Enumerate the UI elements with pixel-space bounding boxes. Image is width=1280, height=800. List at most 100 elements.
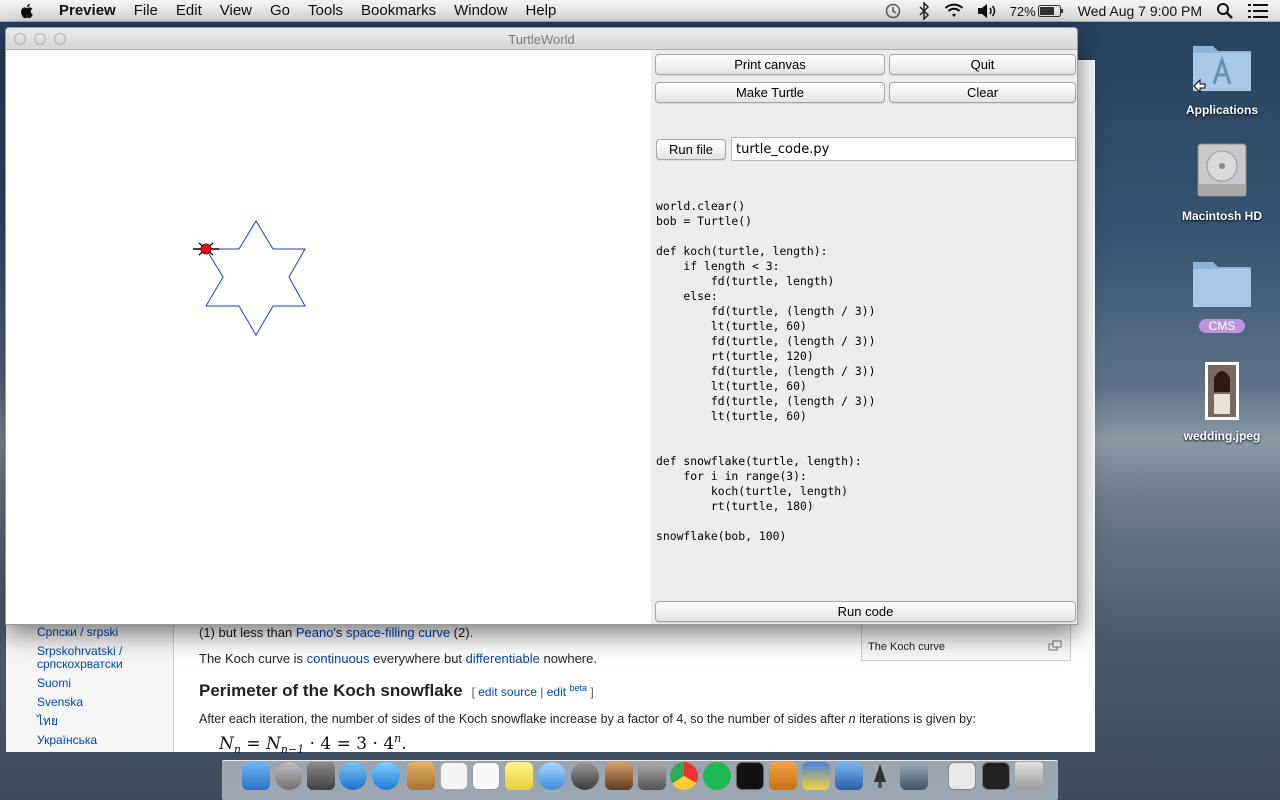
text: iterations is given by:: [855, 712, 976, 726]
volume-icon[interactable]: [976, 3, 998, 19]
heading-text: Perimeter of the Koch snowflake: [199, 681, 463, 700]
edit-link[interactable]: edit: [547, 685, 566, 699]
notification-center-icon[interactable]: [1248, 3, 1268, 19]
macintosh-hd-label: Macintosh HD: [1181, 209, 1262, 223]
lang-link-serbo-croatian[interactable]: Srpskohrvatski / српскохрватски: [37, 645, 157, 671]
terminal-icon[interactable]: [736, 762, 764, 790]
turtle-canvas[interactable]: [6, 50, 651, 624]
desktop-icon-wedding[interactable]: wedding.jpeg: [1167, 362, 1277, 443]
lang-link-finnish[interactable]: Suomi: [37, 677, 71, 690]
system-preferences-icon[interactable]: [638, 762, 666, 790]
menu-go[interactable]: Go: [261, 0, 299, 22]
window-titlebar[interactable]: TurtleWorld: [6, 28, 1077, 50]
app-store-icon[interactable]: [339, 762, 367, 790]
lang-link-thai[interactable]: ไทย: [37, 715, 58, 728]
xcode-icon[interactable]: [835, 762, 863, 790]
launchpad-icon[interactable]: [275, 762, 303, 790]
text: After each iteration, the number of side…: [199, 712, 849, 726]
downloads-stack-icon[interactable]: [982, 762, 1010, 790]
finder-icon[interactable]: [242, 762, 270, 790]
mission-control-icon[interactable]: [307, 762, 335, 790]
article-line-2: The Koch curve is continuous everywhere …: [199, 651, 597, 666]
article-paragraph: After each iteration, the number of side…: [199, 712, 976, 726]
cms-label: CMS: [1198, 319, 1246, 333]
text: (1) but less than: [199, 625, 296, 640]
text: everywhere but: [369, 651, 466, 666]
pen-tool-icon[interactable]: [866, 762, 894, 790]
quit-button[interactable]: Quit: [889, 54, 1076, 75]
menu-bar: Preview File Edit View Go Tools Bookmark…: [0, 0, 1280, 22]
link-differentiable[interactable]: differentiable: [466, 651, 540, 666]
link-space-filling-curve[interactable]: space-filling curve: [346, 625, 450, 640]
make-turtle-button[interactable]: Make Turtle: [655, 82, 885, 103]
menu-view[interactable]: View: [211, 0, 261, 22]
apple-menu-icon[interactable]: [18, 2, 36, 20]
menu-app-name[interactable]: Preview: [50, 0, 125, 22]
link-continuous[interactable]: continuous: [307, 651, 370, 666]
run-file-button[interactable]: Run file: [656, 139, 726, 160]
cms-folder-icon: [1193, 262, 1251, 307]
notes-icon[interactable]: [505, 762, 533, 790]
menu-bookmarks[interactable]: Bookmarks: [352, 0, 445, 22]
chrome-icon[interactable]: [670, 762, 698, 790]
desktop-icon-macintosh-hd[interactable]: Macintosh HD: [1167, 140, 1277, 223]
applications-folder-icon: [1193, 46, 1251, 94]
lang-link-ukrainian[interactable]: Українська: [37, 734, 97, 747]
bluetooth-icon[interactable]: [918, 2, 930, 20]
reminders-icon[interactable]: [472, 762, 500, 790]
pen-icon: [874, 764, 886, 788]
time-machine-icon[interactable]: [884, 2, 902, 20]
beta-label: beta: [569, 683, 587, 693]
section-heading: Perimeter of the Koch snowflake[ edit so…: [199, 681, 594, 700]
menu-help[interactable]: Help: [516, 0, 565, 22]
wifi-icon[interactable]: [944, 3, 964, 19]
svg-text:Nn = Nn−1 · 4 = 3 · 4n.: Nn = Nn−1 · 4 = 3 · 4n.: [219, 732, 407, 753]
clear-button[interactable]: Clear: [889, 82, 1076, 103]
thumbnail-caption: The Koch curve: [868, 641, 946, 653]
run-code-button[interactable]: Run code: [655, 601, 1076, 622]
menu-window[interactable]: Window: [445, 0, 516, 22]
spotify-icon[interactable]: [703, 762, 731, 790]
itunes-icon[interactable]: [372, 762, 400, 790]
battery-icon[interactable]: [1037, 5, 1064, 17]
sublime-text-icon[interactable]: [769, 762, 797, 790]
enlarge-icon[interactable]: [1048, 640, 1062, 652]
wedding-photo-thumbnail: [1205, 362, 1239, 420]
python-icon[interactable]: [802, 762, 830, 790]
text: (2).: [450, 625, 474, 640]
wedding-label: wedding.jpeg: [1183, 429, 1261, 443]
print-canvas-button[interactable]: Print canvas: [655, 54, 885, 75]
link-peano[interactable]: Peano: [296, 625, 334, 640]
code-editor[interactable]: world.clear() bob = Turtle() def koch(tu…: [656, 199, 1071, 589]
documents-stack-icon[interactable]: [948, 762, 976, 790]
article-line-1: (1) but less than Peano's space-filling …: [199, 625, 473, 640]
text: n: [848, 712, 856, 726]
applications-label: Applications: [1185, 103, 1258, 117]
lang-link-swedish[interactable]: Svenska: [37, 696, 83, 709]
snowflake-path: [205, 220, 306, 336]
iphoto-icon[interactable]: [605, 762, 633, 790]
facetime-icon[interactable]: [571, 762, 599, 790]
desktop-icon-cms[interactable]: CMS: [1167, 254, 1277, 335]
menu-edit[interactable]: Edit: [167, 0, 211, 22]
calendar-icon[interactable]: [440, 762, 468, 790]
turtle-drawing: [193, 220, 306, 336]
messages-icon[interactable]: [538, 762, 566, 790]
battery-percent[interactable]: 72%: [1010, 4, 1036, 19]
contacts-icon[interactable]: [407, 762, 435, 790]
turtleworld-window: TurtleWorld Print canvas Quit Make Turtl…: [5, 27, 1078, 625]
menu-tools[interactable]: Tools: [299, 0, 352, 22]
clock[interactable]: Wed Aug 7 9:00 PM: [1078, 3, 1202, 19]
menu-file[interactable]: File: [125, 0, 167, 22]
turtle-icon: [193, 242, 219, 256]
preview-icon[interactable]: [900, 762, 928, 790]
hard-drive-icon: [1197, 143, 1247, 197]
formula-image: Nn = Nn−1 · 4 = 3 · 4n.: [219, 732, 407, 753]
filename-input[interactable]: [731, 137, 1076, 161]
text: nowhere.: [539, 651, 597, 666]
lang-link-serbian[interactable]: Српски / srpski: [37, 626, 118, 639]
spotlight-icon[interactable]: [1216, 2, 1234, 20]
edit-source-link[interactable]: edit source: [478, 685, 537, 699]
desktop-icon-applications[interactable]: Applications: [1167, 36, 1277, 117]
trash-icon[interactable]: [1015, 762, 1043, 790]
